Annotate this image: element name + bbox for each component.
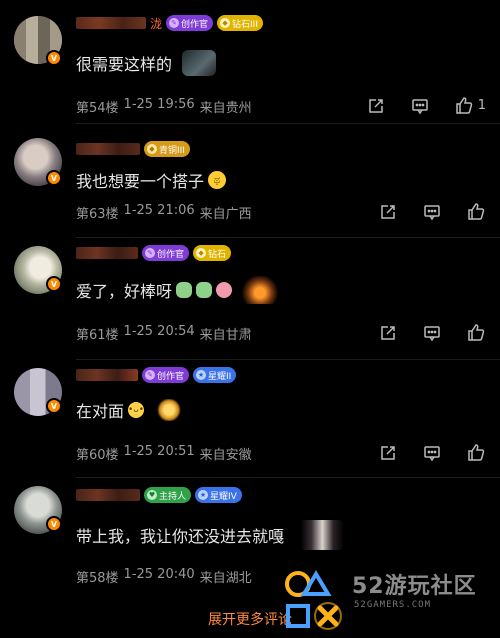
comment-item: V ✎ 创作官 ◆ 钻石 爱了，好棒呀 第61楼 1-25 20:54 来自甘肃 bbox=[0, 238, 500, 360]
location: 来自安徽 bbox=[199, 448, 252, 463]
like-button[interactable] bbox=[467, 443, 486, 462]
comment-text-row: 带上我，我让你还没进去就嘎 bbox=[76, 520, 345, 550]
reply-icon bbox=[424, 204, 440, 220]
comment-text-row: 在对面 •ᴗ• bbox=[76, 398, 183, 422]
thumbs-up-icon bbox=[468, 203, 485, 220]
star-badge: ★ 星耀IV bbox=[195, 487, 242, 503]
sticker-image bbox=[176, 282, 193, 298]
comment-text: 带上我，我让你还没进去就嘎 bbox=[76, 527, 285, 546]
face-emoji-icon: •ᴗ• bbox=[128, 402, 144, 418]
floor-label: 第63楼 bbox=[76, 207, 119, 222]
comment-item: V ✎ 创作官 ★ 星耀II 在对面 •ᴗ• 第60楼 1-25 20:51 来自安… bbox=[0, 360, 500, 478]
thumbs-up-icon bbox=[468, 444, 485, 461]
creator-badge: ✎ 创作官 bbox=[142, 245, 190, 261]
comment-text-row: 爱了，好棒呀 bbox=[76, 276, 281, 304]
timestamp: 1-25 20:51 bbox=[123, 444, 195, 459]
comment-item: V ◆ 青铜III 我也想要一个搭子 ಥ 第63楼 1-25 21:06 来自广西 bbox=[0, 124, 500, 238]
v-badge-icon: V bbox=[46, 170, 62, 186]
comment-text: 我也想要一个搭子 bbox=[76, 172, 205, 191]
reply-icon bbox=[411, 98, 428, 114]
sticker-image bbox=[196, 282, 213, 298]
bronze-badge: ◆ 青铜III bbox=[144, 141, 190, 157]
host-badge: ♥ 主持人 bbox=[144, 487, 192, 503]
like-button[interactable] bbox=[467, 323, 486, 342]
diamond-badge: ◆ 钻石 bbox=[193, 245, 232, 261]
star-badge: ★ 星耀II bbox=[193, 367, 237, 383]
sticker-image bbox=[290, 520, 345, 550]
reply-icon bbox=[424, 325, 440, 341]
reply-button[interactable] bbox=[423, 444, 441, 462]
share-icon bbox=[381, 204, 395, 219]
share-button[interactable] bbox=[367, 97, 385, 115]
creator-badge: ✎ 创作官 bbox=[166, 15, 214, 31]
comment-text: 很需要这样的 bbox=[76, 55, 173, 74]
watermark-subtext: 52GAMERS.COM bbox=[354, 600, 432, 610]
location: 来自甘肃 bbox=[199, 328, 252, 343]
username-blurred[interactable] bbox=[76, 369, 138, 381]
share-icon bbox=[368, 98, 383, 113]
watermark-text: 52游玩社区 bbox=[352, 574, 477, 599]
share-button[interactable] bbox=[379, 324, 397, 342]
crying-emoji-icon: ಥ bbox=[208, 171, 227, 189]
floor-label: 第58楼 bbox=[76, 571, 119, 586]
floor-label: 第60楼 bbox=[76, 448, 119, 463]
reply-button[interactable] bbox=[423, 203, 441, 221]
username-blurred[interactable] bbox=[76, 489, 140, 501]
location: 来自广西 bbox=[199, 207, 252, 222]
share-icon bbox=[381, 325, 395, 340]
v-badge-icon: V bbox=[46, 276, 62, 292]
comment-text-row: 很需要这样的 bbox=[76, 50, 217, 76]
username-blurred[interactable] bbox=[76, 247, 138, 259]
username-blurred[interactable] bbox=[76, 17, 146, 29]
username-tail[interactable]: 泷 bbox=[150, 15, 162, 32]
share-button[interactable] bbox=[379, 444, 397, 462]
comment-text-row: 我也想要一个搭子 ಥ bbox=[76, 168, 227, 192]
like-button[interactable]: 1 bbox=[455, 96, 486, 115]
watermark-logo-icon bbox=[285, 570, 342, 630]
reply-button[interactable] bbox=[423, 324, 441, 342]
v-badge-icon: V bbox=[46, 398, 62, 414]
creator-badge: ✎ 创作官 bbox=[142, 367, 190, 383]
watermark: 52游玩社区 52GAMERS.COM bbox=[280, 566, 496, 636]
sticker-image bbox=[240, 276, 281, 304]
diamond-badge: ◆ 钻石III bbox=[217, 15, 263, 31]
comment-text: 爱了，好棒呀 bbox=[76, 282, 173, 301]
like-button[interactable] bbox=[467, 202, 486, 221]
reply-icon bbox=[424, 445, 440, 461]
timestamp: 1-25 21:06 bbox=[123, 203, 195, 218]
timestamp: 1-25 20:40 bbox=[123, 567, 195, 582]
timestamp: 1-25 19:56 bbox=[123, 97, 195, 112]
floor-label: 第61楼 bbox=[76, 328, 119, 343]
thumbs-up-icon bbox=[455, 97, 472, 114]
comment-text: 在对面 bbox=[76, 402, 125, 421]
location: 来自湖北 bbox=[199, 571, 252, 586]
sticker-image bbox=[156, 399, 183, 421]
sticker-image bbox=[182, 50, 217, 76]
reply-button[interactable] bbox=[411, 97, 429, 115]
v-badge-icon: V bbox=[46, 516, 62, 532]
comment-item: V 泷 ✎ 创作官 ◆ 钻石III 很需要这样的 第54楼 1-25 19:56 来… bbox=[0, 0, 500, 124]
share-button[interactable] bbox=[379, 203, 397, 221]
share-icon bbox=[381, 445, 395, 460]
username-blurred[interactable] bbox=[76, 143, 140, 155]
floor-label: 第54楼 bbox=[76, 101, 119, 116]
thumbs-up-icon bbox=[468, 324, 485, 341]
sticker-image bbox=[216, 282, 233, 298]
v-badge-icon: V bbox=[46, 50, 62, 66]
location: 来自贵州 bbox=[199, 101, 252, 116]
like-count: 1 bbox=[477, 98, 486, 113]
timestamp: 1-25 20:54 bbox=[123, 324, 195, 339]
